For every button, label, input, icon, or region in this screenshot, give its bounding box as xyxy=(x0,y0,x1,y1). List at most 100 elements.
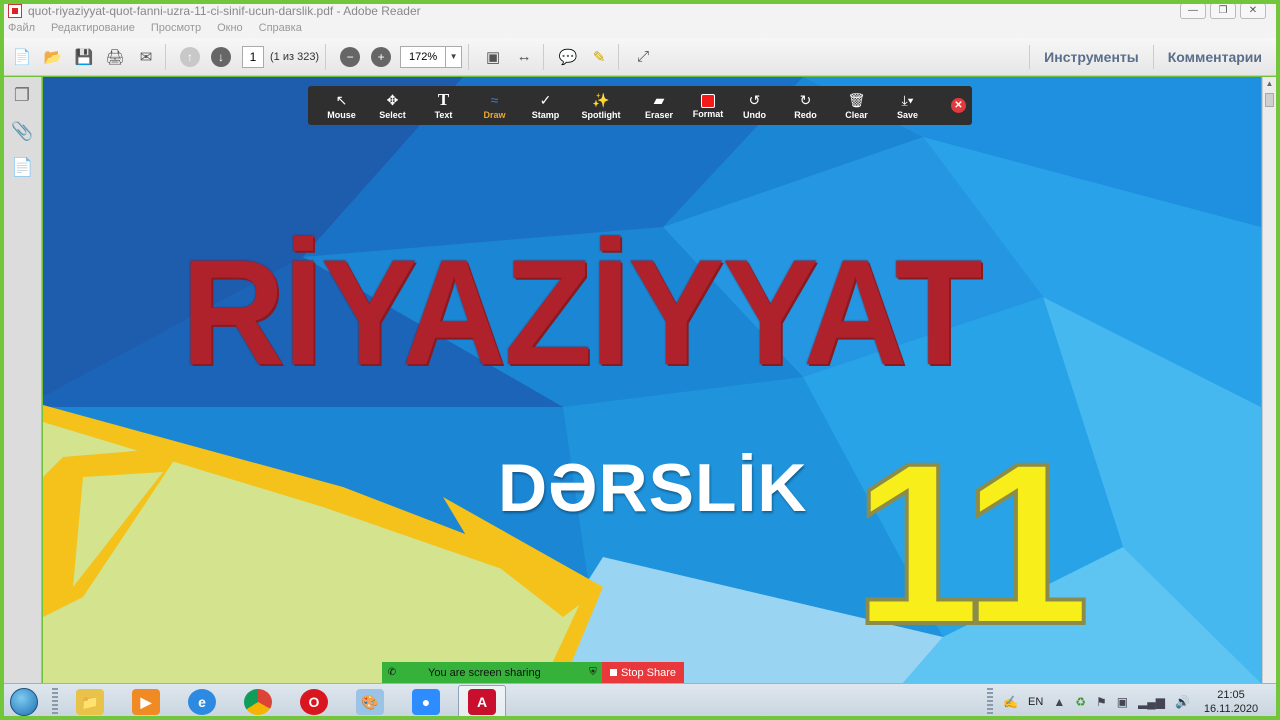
screen-share-banner: ✆ You are screen sharing ⛨ Stop Share xyxy=(382,662,684,683)
previous-page-button[interactable]: ↑ xyxy=(177,44,203,70)
network-signal-icon[interactable]: ▂▄▆ xyxy=(1138,695,1165,709)
draw-tool-button[interactable]: ≈ Draw xyxy=(469,91,520,120)
save-icon: ⤓▾ xyxy=(901,92,914,108)
taskbar-zoom[interactable]: ● xyxy=(402,685,450,719)
minimize-button[interactable]: — xyxy=(1180,3,1206,19)
zoom-select[interactable]: 172% ▼ xyxy=(400,45,463,68)
close-annotation-icon[interactable]: ✕ xyxy=(951,98,966,113)
stop-share-button[interactable]: Stop Share xyxy=(602,662,684,683)
save-annotation-button[interactable]: ⤓▾ Save xyxy=(882,91,933,120)
clock[interactable]: 21:05 16.11.2020 xyxy=(1200,688,1262,716)
undo-button[interactable]: ↺ Undo xyxy=(729,91,780,120)
fit-page-icon[interactable]: ▣ xyxy=(480,44,506,70)
stop-icon xyxy=(609,669,617,676)
page-number-input[interactable] xyxy=(242,45,264,68)
redo-button[interactable]: ↻ Redo xyxy=(780,91,831,120)
cover-grade-number: 11 xyxy=(851,415,1092,672)
signatures-icon[interactable]: 📄 xyxy=(11,157,33,179)
taskbar-media-player[interactable]: ▶ xyxy=(122,685,170,719)
eraser-tool-button[interactable]: ▰ Eraser xyxy=(631,91,687,120)
taskbar-internet-explorer[interactable]: e xyxy=(178,685,226,719)
toolbar-divider xyxy=(165,43,166,70)
language-indicator[interactable]: EN xyxy=(1028,696,1043,708)
maximize-button[interactable]: ❐ xyxy=(1210,3,1236,19)
menu-view[interactable]: Просмотр xyxy=(151,22,201,38)
tools-link[interactable]: Инструменты xyxy=(1030,49,1153,65)
create-pdf-icon[interactable]: 📄 xyxy=(9,44,35,70)
toolbar-divider xyxy=(325,43,327,70)
internet-explorer-icon: e xyxy=(188,689,216,715)
zoom-out-button[interactable]: − xyxy=(337,44,363,70)
email-icon[interactable]: ✉ xyxy=(133,44,159,70)
start-button[interactable] xyxy=(4,685,44,719)
show-hidden-icons-icon[interactable]: ▲ xyxy=(1053,695,1065,709)
save-icon[interactable]: 💾 xyxy=(71,44,97,70)
taskbar-opera[interactable]: O xyxy=(290,685,338,719)
toolbar-divider xyxy=(618,43,620,70)
media-player-icon: ▶ xyxy=(132,689,160,715)
cover-subtitle: DƏRSLİK xyxy=(498,450,808,526)
next-page-button[interactable]: ↓ xyxy=(208,44,234,70)
stop-share-label: Stop Share xyxy=(620,666,677,679)
shield-icon: ⛨ xyxy=(589,667,597,678)
format-tool-button[interactable]: Format xyxy=(687,92,729,119)
menu-bar: Файл Редактирование Просмотр Окно Справк… xyxy=(4,22,1276,38)
redo-icon: ↻ xyxy=(799,92,812,108)
zoom-in-button[interactable]: + xyxy=(368,44,394,70)
spotlight-tool-button[interactable]: ✨ Spotlight xyxy=(571,91,631,120)
menu-help[interactable]: Справка xyxy=(259,22,302,38)
annotation-toolbar: ↖ Mouse ✥ Select T Text ≈ Draw ✓ Stamp ✨… xyxy=(308,86,972,125)
zoom-icon: ● xyxy=(412,689,440,715)
minus-icon: − xyxy=(340,46,361,67)
volume-icon[interactable]: 🔊 xyxy=(1175,695,1190,709)
move-icon: ✥ xyxy=(386,92,399,108)
taskbar-adobe-reader[interactable]: A xyxy=(458,685,506,719)
scroll-thumb[interactable] xyxy=(1265,93,1274,107)
phone-icon: ✆ xyxy=(387,667,397,678)
comments-link[interactable]: Комментарии xyxy=(1154,49,1276,65)
scroll-up-icon[interactable]: ▲ xyxy=(1263,77,1276,91)
taskbar-paint[interactable]: 🎨 xyxy=(346,685,394,719)
chrome-icon xyxy=(244,689,272,715)
stamp-tool-button[interactable]: ✓ Stamp xyxy=(520,91,571,120)
vertical-scrollbar[interactable]: ▲ xyxy=(1262,77,1276,683)
window-controls: — ❐ ✕ xyxy=(1180,3,1266,19)
eraser-icon: ▰ xyxy=(653,92,665,108)
recycle-icon[interactable]: ♻ xyxy=(1075,695,1086,709)
system-tray: ✍ EN ▲ ♻ ⚑ ▣ ▂▄▆ 🔊 21:05 16.11.2020 xyxy=(987,684,1276,720)
taskbar-file-explorer[interactable]: 📁 xyxy=(66,685,114,719)
select-tool-button[interactable]: ✥ Select xyxy=(367,91,418,120)
cover-title: RİYAZİYYAT xyxy=(181,228,983,396)
plus-icon: + xyxy=(371,46,392,67)
menu-window[interactable]: Окно xyxy=(217,22,243,38)
chevron-down-icon[interactable]: ▼ xyxy=(445,46,461,67)
clock-date: 16.11.2020 xyxy=(1203,703,1259,715)
arrow-down-icon: ↓ xyxy=(211,46,231,67)
navigation-pane: ❐ 📎 📄 xyxy=(4,77,42,683)
menu-file[interactable]: Файл xyxy=(8,22,35,38)
file-explorer-icon: 📁 xyxy=(76,689,104,715)
flag-icon[interactable]: ⚑ xyxy=(1096,695,1107,709)
mouse-tool-button[interactable]: ↖ Mouse xyxy=(316,91,367,120)
fit-width-icon[interactable]: ↔ xyxy=(511,44,537,70)
pen-tablet-icon[interactable]: ✍ xyxy=(1003,695,1018,709)
fullscreen-icon[interactable]: ⤢ xyxy=(630,44,656,70)
safely-remove-icon[interactable]: ▣ xyxy=(1117,695,1128,709)
text-tool-button[interactable]: T Text xyxy=(418,90,469,121)
document-page: RİYAZİYYAT DƏRSLİK 11 xyxy=(43,77,1261,683)
attachments-icon[interactable]: 📎 xyxy=(11,121,33,143)
tray-grip xyxy=(987,688,994,716)
taskbar-chrome[interactable] xyxy=(234,685,282,719)
clear-button[interactable]: 🗑 Clear xyxy=(831,91,882,120)
open-file-icon[interactable]: 📂 xyxy=(40,44,66,70)
comment-icon[interactable]: 💬 xyxy=(555,44,581,70)
highlight-icon[interactable]: ✎ xyxy=(586,44,612,70)
close-window-button[interactable]: ✕ xyxy=(1240,3,1266,19)
title-bar: quot-riyaziyyat-quot-fanni-uzra-11-ci-si… xyxy=(4,0,1276,22)
page-count: (1 из 323) xyxy=(270,50,320,63)
print-icon[interactable]: 🖨 xyxy=(102,44,128,70)
page-thumbnails-icon[interactable]: ❐ xyxy=(11,85,33,107)
text-icon: T xyxy=(437,90,450,109)
menu-edit[interactable]: Редактирование xyxy=(51,22,135,38)
toolbar-divider xyxy=(468,43,470,70)
